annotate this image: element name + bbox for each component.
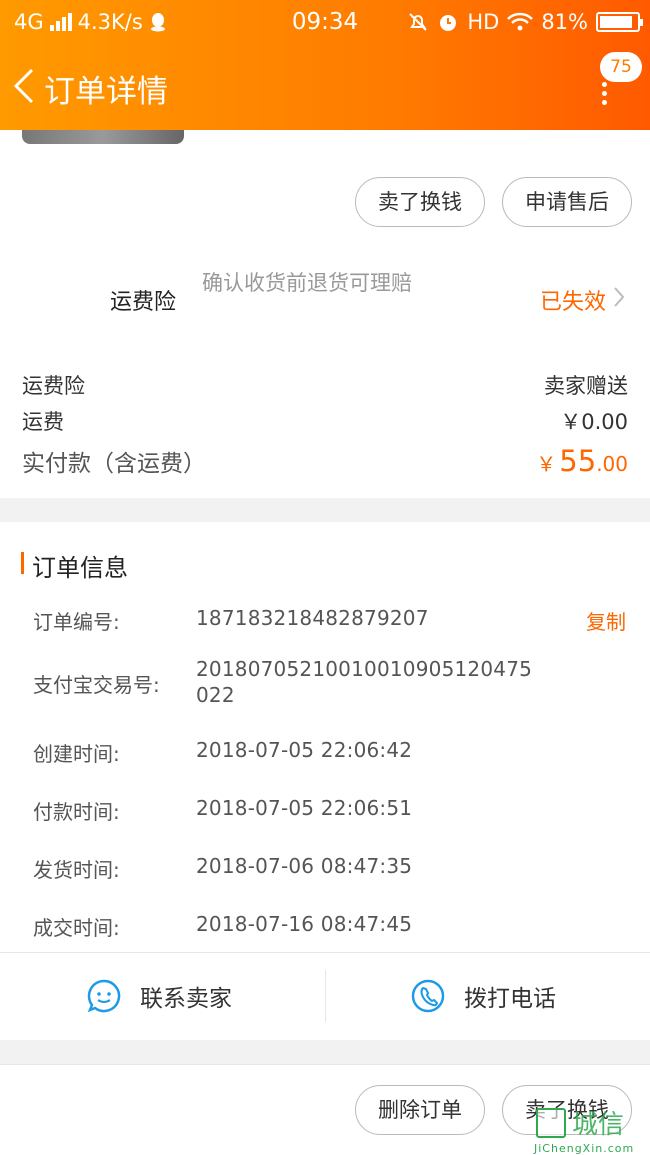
watermark-text: 城信 (572, 1110, 625, 1140)
copy-button[interactable]: 复制 (586, 606, 626, 635)
info-value: 2018-07-06 08:47:35 (196, 854, 413, 878)
info-value: 20180705210010010905120475022 (196, 657, 533, 707)
fee-value: 卖家赠送 (544, 374, 628, 398)
insurance-label: 运费险 (110, 290, 177, 315)
info-key: 成交时间: (33, 916, 120, 940)
battery-icon (596, 12, 643, 32)
watermark-logo: 城信 JiChengXin.com (532, 1104, 650, 1155)
aftersale-button[interactable]: 申请售后 (502, 177, 632, 227)
call-phone-button[interactable]: 拨打电话 (410, 978, 556, 1014)
mute-bell-icon (409, 13, 428, 31)
message-badge[interactable]: 75 (600, 52, 642, 82)
back-icon[interactable] (10, 66, 38, 106)
app-header: 4G 4.3K/s 09:34 HD 81% 订单详情 75 (0, 0, 650, 130)
paid-label: 实付款（含运费） (22, 451, 206, 477)
order-info-card: 订单信息 订单编号: 187183218482879207 复制 支付宝交易号:… (0, 522, 650, 1040)
sell-button[interactable]: 卖了换钱 (355, 177, 485, 227)
info-value: 2018-07-05 22:06:51 (196, 796, 413, 820)
info-key: 发货时间: (33, 858, 120, 882)
info-key: 订单编号: (33, 610, 120, 634)
delete-order-button[interactable]: 删除订单 (355, 1085, 485, 1135)
status-bar: 4G 4.3K/s 09:34 HD 81% (0, 0, 650, 44)
paid-currency: ￥ (536, 452, 557, 476)
section-accent-bar (21, 552, 24, 574)
fee-row-shipping: 运费 ￥0.00 (22, 406, 628, 436)
info-key: 支付宝交易号: (33, 673, 160, 697)
order-summary-card: 卖了换钱 申请售后 运费险 确认收货前退货可理赔 已失效 运费险 卖家赠送 运费… (0, 130, 650, 498)
info-value: 2018-07-05 22:06:42 (196, 738, 413, 762)
hd-indicator: HD (467, 10, 500, 34)
fee-row-paid: 实付款（含运费） ￥ 55 .00 (22, 444, 628, 478)
fee-value: ￥0.00 (560, 410, 628, 434)
contact-seller-label: 联系卖家 (140, 986, 232, 1012)
insurance-description: 确认收货前退货可理赔 (202, 271, 412, 295)
info-value: 2018-07-16 08:47:45 (196, 912, 413, 936)
divider (325, 970, 326, 1022)
info-key: 付款时间: (33, 800, 120, 824)
page-title: 订单详情 (44, 74, 168, 110)
watermark-subtext: JiChengXin.com (534, 1142, 635, 1155)
phone-icon (411, 979, 445, 1013)
fee-label: 运费 (22, 410, 64, 434)
info-value: 187183218482879207 (196, 606, 429, 630)
wifi-icon (507, 12, 534, 31)
divider (0, 952, 650, 953)
watermark-box (536, 1108, 566, 1138)
chevron-right-icon[interactable] (612, 285, 626, 309)
info-key: 创建时间: (33, 742, 120, 766)
battery-percent: 81% (541, 10, 588, 34)
insurance-status[interactable]: 已失效 (540, 284, 606, 316)
product-thumbnail[interactable] (22, 130, 184, 144)
section-title: 订单信息 (32, 554, 128, 582)
call-phone-label: 拨打电话 (464, 986, 556, 1012)
fee-label: 运费险 (22, 374, 85, 398)
chat-bubble-icon (87, 979, 121, 1013)
paid-decimal: .00 (596, 452, 628, 476)
paid-amount: ￥ 55 .00 (536, 444, 628, 478)
more-icon[interactable] (602, 82, 610, 105)
fee-row-insurance: 运费险 卖家赠送 (22, 370, 628, 400)
alarm-icon (440, 15, 457, 31)
paid-integer: 55 (559, 444, 597, 478)
contact-seller-button[interactable]: 联系卖家 (86, 978, 232, 1014)
